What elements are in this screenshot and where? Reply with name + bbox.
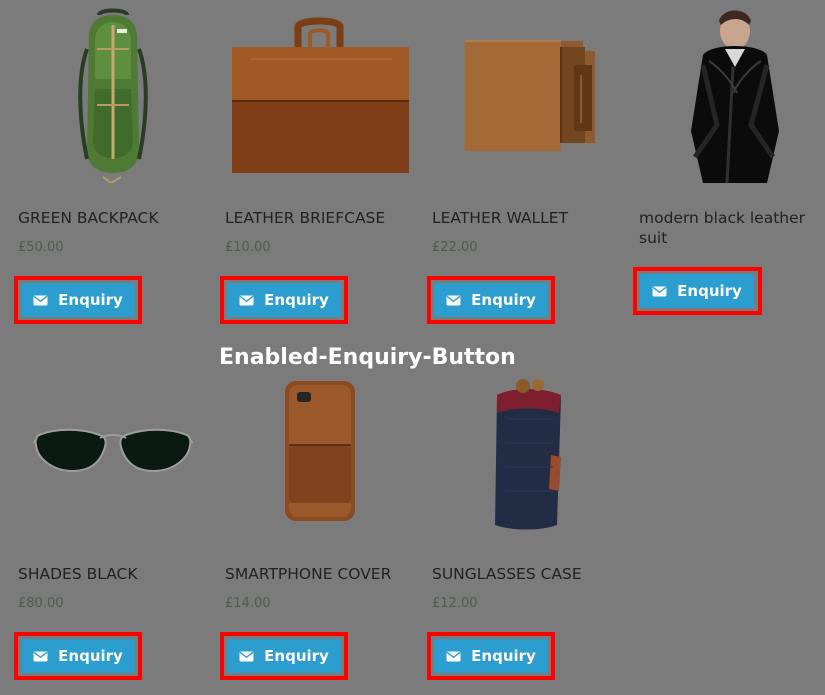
product-price: £12.00 xyxy=(432,596,478,611)
enquiry-button-highlight: Enquiry xyxy=(220,276,348,324)
enquiry-button[interactable]: Enquiry xyxy=(21,283,135,317)
product-title[interactable]: LEATHER WALLET xyxy=(432,208,622,228)
envelope-icon xyxy=(652,286,667,296)
sunglasses-image[interactable] xyxy=(18,356,208,546)
enquiry-button-highlight: Enquiry xyxy=(14,276,142,324)
jacket-illustration xyxy=(691,10,779,183)
glasses-case-image[interactable] xyxy=(432,356,622,546)
enquiry-button-label: Enquiry xyxy=(264,647,329,665)
envelope-icon xyxy=(446,295,461,305)
product-title[interactable]: modern black leather suit xyxy=(639,208,825,248)
backpack-illustration xyxy=(78,8,148,183)
enquiry-button[interactable]: Enquiry xyxy=(640,274,754,308)
envelope-icon xyxy=(33,651,48,661)
enquiry-button-highlight: Enquiry xyxy=(14,632,142,680)
enquiry-button-label: Enquiry xyxy=(58,647,123,665)
sunglasses-illustration xyxy=(33,428,193,473)
backpack-image[interactable] xyxy=(18,0,208,190)
glasses-case-illustration xyxy=(495,379,561,530)
enquiry-button-label: Enquiry xyxy=(677,282,742,300)
wallet-illustration xyxy=(465,40,595,151)
envelope-icon xyxy=(239,295,254,305)
product-title[interactable]: SMARTPHONE COVER xyxy=(225,564,415,584)
product-title[interactable]: SUNGLASSES CASE xyxy=(432,564,622,584)
enquiry-button-highlight: Enquiry xyxy=(427,276,555,324)
product-title[interactable]: GREEN BACKPACK xyxy=(18,208,208,228)
enquiry-button-label: Enquiry xyxy=(264,291,329,309)
envelope-icon xyxy=(446,651,461,661)
enquiry-button-highlight: Enquiry xyxy=(633,267,762,315)
enquiry-button[interactable]: Enquiry xyxy=(227,639,341,673)
envelope-icon xyxy=(33,295,48,305)
jacket-image[interactable] xyxy=(639,0,825,190)
product-price: £14.00 xyxy=(225,596,271,611)
enquiry-button[interactable]: Enquiry xyxy=(434,283,548,317)
enquiry-button-label: Enquiry xyxy=(471,291,536,309)
product-price: £50.00 xyxy=(18,240,64,255)
envelope-icon xyxy=(239,651,254,661)
briefcase-image[interactable] xyxy=(225,0,415,190)
product-title[interactable]: SHADES BLACK xyxy=(18,564,208,584)
enquiry-button[interactable]: Enquiry xyxy=(434,639,548,673)
enquiry-button[interactable]: Enquiry xyxy=(21,639,135,673)
enquiry-button-highlight: Enquiry xyxy=(220,632,348,680)
wallet-image[interactable] xyxy=(432,0,622,190)
phone-cover-image[interactable] xyxy=(225,356,415,546)
phone-cover-illustration xyxy=(285,381,355,521)
product-price: £80.00 xyxy=(18,596,64,611)
product-title[interactable]: LEATHER BRIEFCASE xyxy=(225,208,415,228)
product-price: £22.00 xyxy=(432,240,478,255)
product-grid: Enabled-Enquiry-Button GREEN BACKPACK £5… xyxy=(0,0,825,695)
enquiry-button[interactable]: Enquiry xyxy=(227,283,341,317)
product-price: £10.00 xyxy=(225,240,271,255)
briefcase-illustration xyxy=(231,17,409,173)
enquiry-button-label: Enquiry xyxy=(471,647,536,665)
enquiry-button-label: Enquiry xyxy=(58,291,123,309)
enquiry-button-highlight: Enquiry xyxy=(427,632,555,680)
